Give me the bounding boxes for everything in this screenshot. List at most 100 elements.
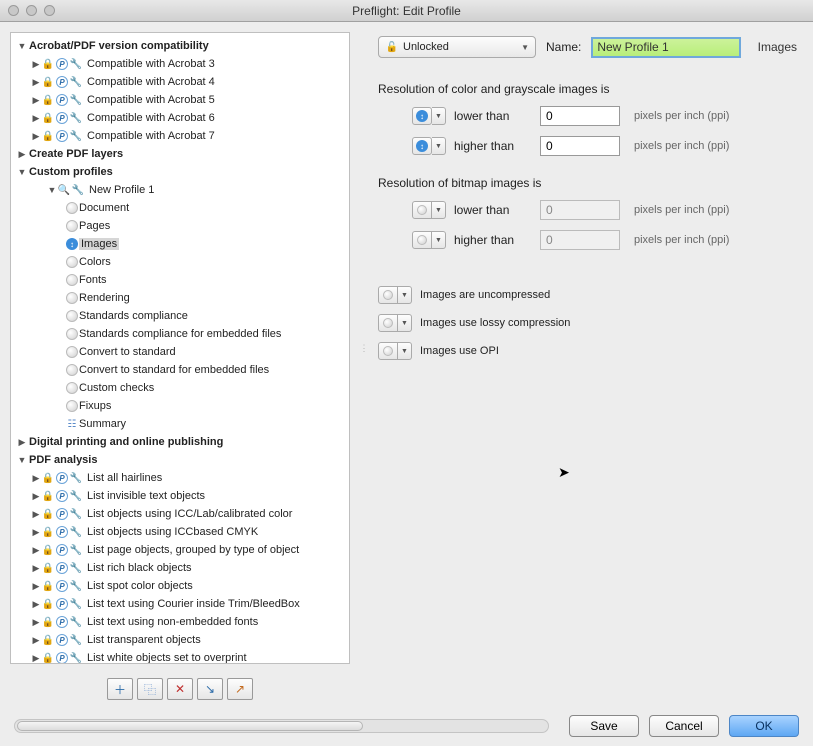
severity-dropdown[interactable]: ▼: [432, 201, 446, 219]
disclosure-triangle-icon[interactable]: ▶: [31, 131, 41, 142]
export-button[interactable]: ↗: [227, 678, 253, 700]
save-button[interactable]: Save: [569, 715, 639, 737]
profile-tree[interactable]: ▼ Acrobat/PDF version compatibility ▶🔒P🔧…: [10, 32, 350, 664]
disclosure-triangle-icon[interactable]: ▶: [31, 113, 41, 124]
tree-subitem[interactable]: Custom checks: [13, 379, 349, 397]
severity-dropdown[interactable]: ▼: [398, 342, 412, 360]
tree-item[interactable]: ▶🔒P🔧Compatible with Acrobat 5: [13, 91, 349, 109]
severity-dropdown[interactable]: ▼: [432, 231, 446, 249]
disclosure-triangle-icon[interactable]: ▼: [47, 185, 57, 195]
disclosure-triangle-icon[interactable]: ▼: [17, 41, 27, 51]
tree-subitem[interactable]: Colors: [13, 253, 349, 271]
disclosure-triangle-icon[interactable]: ▶: [31, 77, 41, 88]
disclosure-triangle-icon[interactable]: ▼: [17, 455, 27, 465]
add-button[interactable]: ＋: [107, 678, 133, 700]
tree-item[interactable]: ▶🔒P🔧List spot color objects: [13, 577, 349, 595]
delete-button[interactable]: ✕: [167, 678, 193, 700]
severity-dropdown[interactable]: ▼: [432, 107, 446, 125]
tree-subitem[interactable]: Fonts: [13, 271, 349, 289]
horizontal-scrollbar[interactable]: [14, 719, 549, 733]
tree-subitem[interactable]: Document: [13, 199, 349, 217]
disclosure-triangle-icon[interactable]: ▶: [31, 599, 41, 610]
severity-dropdown[interactable]: ▼: [398, 314, 412, 332]
profile-icon: P: [56, 634, 68, 646]
disclosure-triangle-icon[interactable]: ▶: [31, 653, 41, 664]
disclosure-triangle-icon[interactable]: ▶: [31, 563, 41, 574]
lock-state-select[interactable]: 🔓 Unlocked ▼: [378, 36, 536, 58]
ok-button[interactable]: OK: [729, 715, 799, 737]
severity-button[interactable]: ↕: [412, 107, 432, 125]
cancel-button[interactable]: Cancel: [649, 715, 719, 737]
import-button[interactable]: ↘: [197, 678, 223, 700]
tree-subitem[interactable]: Rendering: [13, 289, 349, 307]
tree-subitem[interactable]: Standards compliance: [13, 307, 349, 325]
tree-item[interactable]: ▶🔒P🔧List text using Courier inside Trim/…: [13, 595, 349, 613]
disclosure-triangle-icon[interactable]: ▼: [17, 167, 27, 177]
disclosure-triangle-icon[interactable]: ▶: [17, 437, 27, 448]
disclosure-triangle-icon[interactable]: ▶: [31, 617, 41, 628]
tree-subitem[interactable]: ☷Summary: [13, 415, 349, 433]
severity-button[interactable]: [378, 342, 398, 360]
unit-label: pixels per inch (ppi): [634, 110, 729, 122]
disclosure-triangle-icon[interactable]: ▶: [31, 545, 41, 556]
tree-item[interactable]: ▶🔒P🔧List rich black objects: [13, 559, 349, 577]
tree-item[interactable]: ▶🔒P🔧Compatible with Acrobat 4: [13, 73, 349, 91]
tree-item[interactable]: ▶🔒P🔧List objects using ICCbased CMYK: [13, 523, 349, 541]
disclosure-triangle-icon[interactable]: ▶: [31, 491, 41, 502]
disclosure-triangle-icon[interactable]: ▶: [31, 95, 41, 106]
dot-icon: [66, 274, 78, 286]
tree-item[interactable]: ▶🔒P🔧List all hairlines: [13, 469, 349, 487]
wrench-icon: 🔧: [69, 507, 83, 521]
check-label: Images use lossy compression: [420, 317, 570, 329]
disclosure-triangle-icon[interactable]: ▶: [31, 581, 41, 592]
tree-subitem[interactable]: Fixups: [13, 397, 349, 415]
dot-icon: [383, 346, 393, 356]
dot-icon: [66, 328, 78, 340]
wrench-icon: 🔧: [69, 57, 83, 71]
profile-icon: P: [56, 94, 68, 106]
tree-subitem[interactable]: Standards compliance for embedded files: [13, 325, 349, 343]
res-color-lower-input[interactable]: [540, 106, 620, 126]
tree-item[interactable]: ▶🔒P🔧Compatible with Acrobat 7: [13, 127, 349, 145]
disclosure-triangle-icon[interactable]: ▶: [31, 527, 41, 538]
disclosure-triangle-icon[interactable]: ▶: [31, 509, 41, 520]
severity-dropdown[interactable]: ▼: [432, 137, 446, 155]
wrench-icon: 🔧: [69, 543, 83, 557]
tree-subitem[interactable]: Convert to standard: [13, 343, 349, 361]
tree-group-compatibility[interactable]: ▼ Acrobat/PDF version compatibility: [13, 37, 349, 55]
tree-item[interactable]: ▶🔒P🔧List invisible text objects: [13, 487, 349, 505]
disclosure-triangle-icon[interactable]: ▶: [31, 635, 41, 646]
severity-dropdown[interactable]: ▼: [398, 286, 412, 304]
tree-subitem[interactable]: ↕Images: [13, 235, 349, 253]
tree-group-digital-printing[interactable]: ▶ Digital printing and online publishing: [13, 433, 349, 451]
tree-item-label: Custom checks: [79, 382, 154, 394]
severity-button[interactable]: [412, 231, 432, 249]
tree-item-profile[interactable]: ▼ 🔍 🔧 New Profile 1: [13, 181, 349, 199]
duplicate-button[interactable]: ⿻: [137, 678, 163, 700]
tree-subitem[interactable]: Convert to standard for embedded files: [13, 361, 349, 379]
severity-button[interactable]: [378, 314, 398, 332]
tree-item[interactable]: ▶🔒P🔧List transparent objects: [13, 631, 349, 649]
res-color-higher-input[interactable]: [540, 136, 620, 156]
tree-item[interactable]: ▶🔒P🔧List white objects set to overprint: [13, 649, 349, 664]
tree-item[interactable]: ▶🔒P🔧Compatible with Acrobat 3: [13, 55, 349, 73]
tree-subitem[interactable]: Pages: [13, 217, 349, 235]
disclosure-triangle-icon[interactable]: ▶: [17, 149, 27, 160]
check-label: Images use OPI: [420, 345, 499, 357]
severity-button[interactable]: [378, 286, 398, 304]
tree-item[interactable]: ▶🔒P🔧List page objects, grouped by type o…: [13, 541, 349, 559]
tree-item[interactable]: ▶🔒P🔧List objects using ICC/Lab/calibrate…: [13, 505, 349, 523]
severity-button[interactable]: [412, 201, 432, 219]
tree-group-custom-profiles[interactable]: ▼ Custom profiles: [13, 163, 349, 181]
tree-item[interactable]: ▶🔒P🔧List text using non-embedded fonts: [13, 613, 349, 631]
pane-resizer[interactable]: ⋮: [360, 32, 368, 664]
tree-group-create-layers[interactable]: ▶ Create PDF layers: [13, 145, 349, 163]
disclosure-triangle-icon[interactable]: ▶: [31, 473, 41, 484]
tree-item-label: List rich black objects: [87, 562, 192, 574]
disclosure-triangle-icon[interactable]: ▶: [31, 59, 41, 70]
severity-button[interactable]: ↕: [412, 137, 432, 155]
tree-item[interactable]: ▶🔒P🔧Compatible with Acrobat 6: [13, 109, 349, 127]
profile-name-input[interactable]: [591, 37, 741, 58]
wrench-icon: 🔧: [69, 471, 83, 485]
tree-group-pdf-analysis[interactable]: ▼ PDF analysis: [13, 451, 349, 469]
